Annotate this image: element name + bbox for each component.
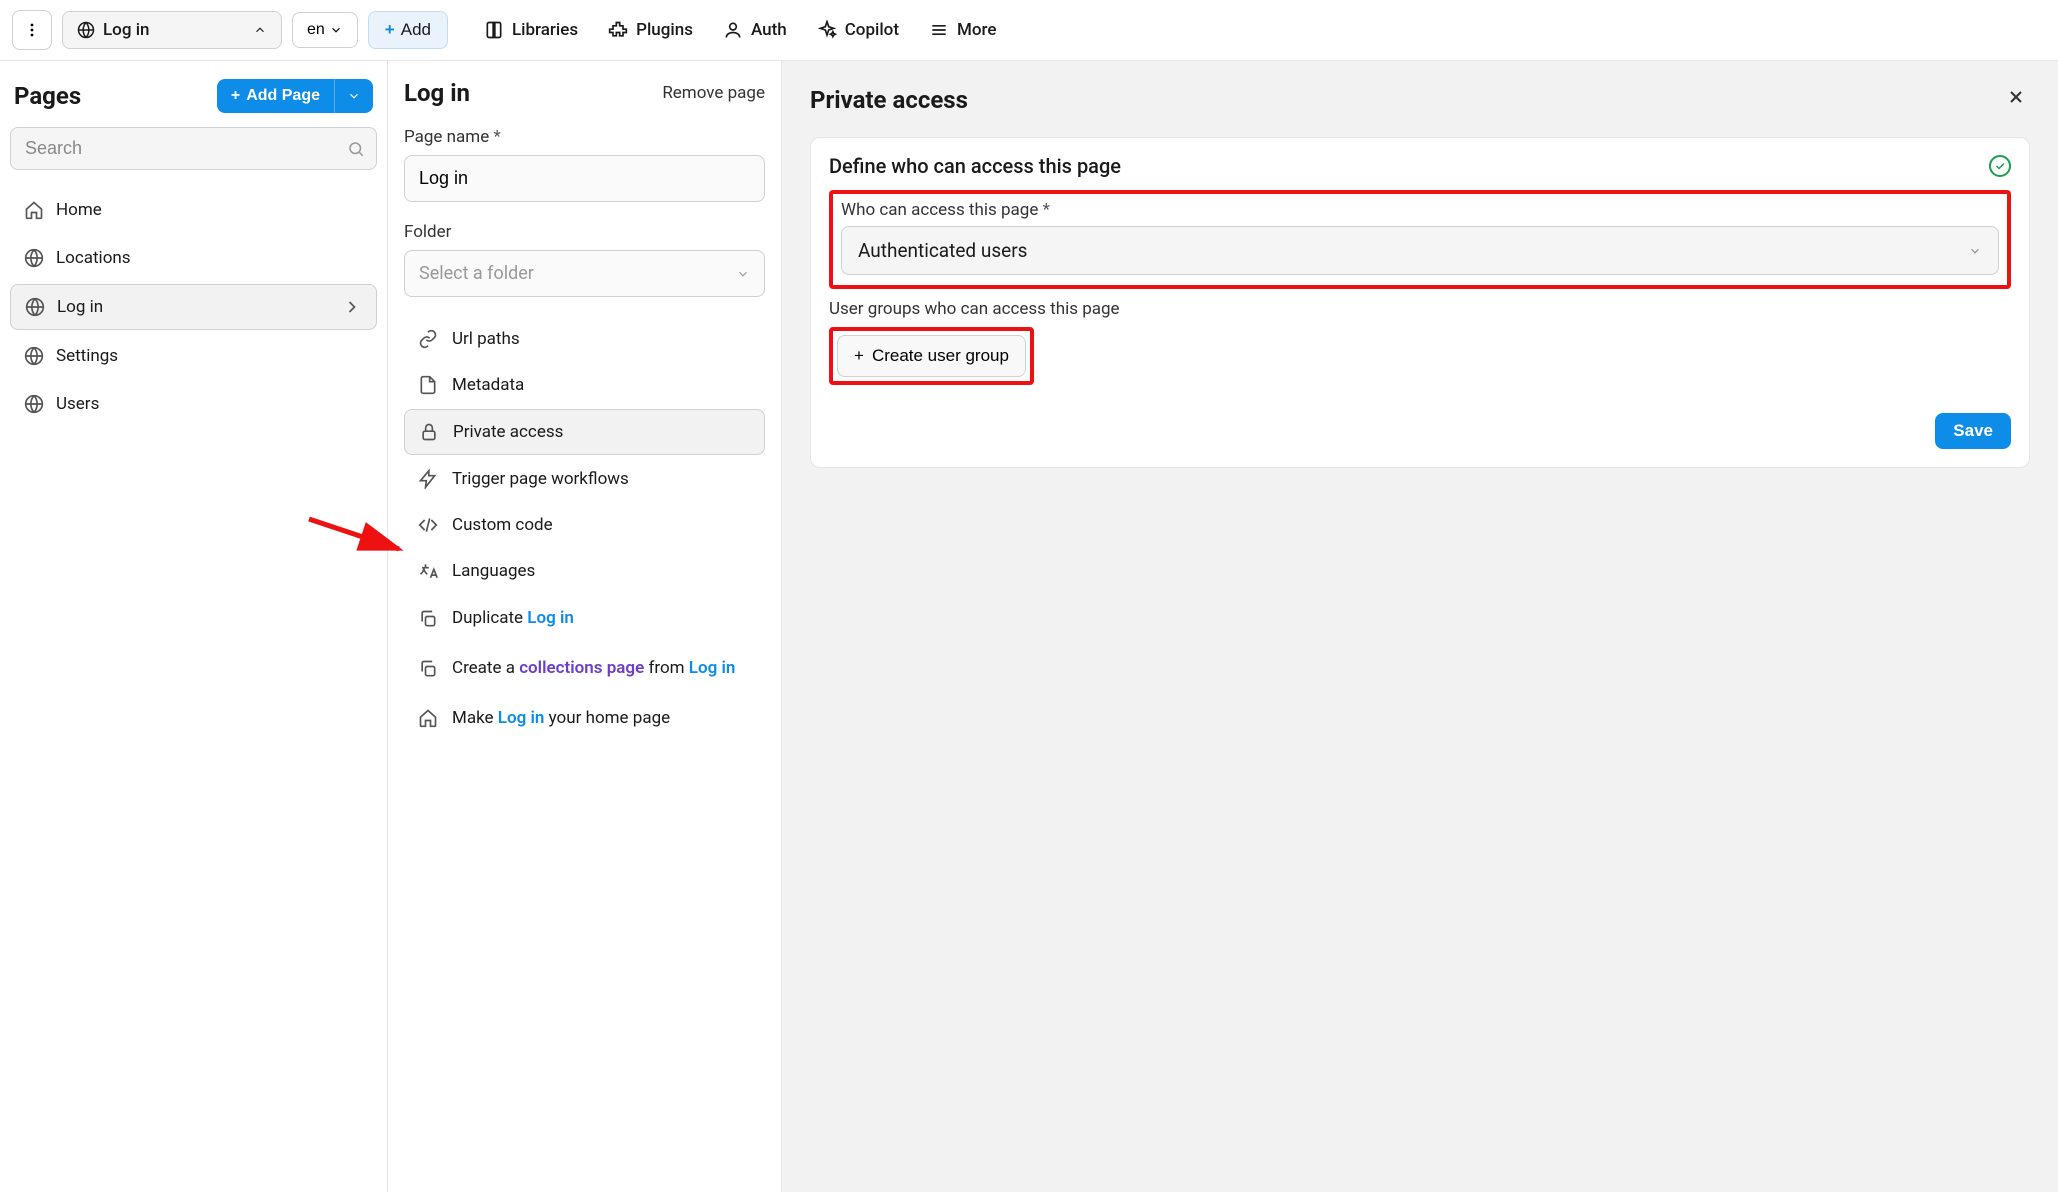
menu-metadata[interactable]: Metadata [404, 363, 765, 407]
right-panel-title: Private access [810, 86, 968, 114]
save-button[interactable]: Save [1935, 413, 2011, 449]
page-item-users[interactable]: Users [10, 382, 377, 426]
chevron-down-icon [1968, 244, 1982, 258]
nav-copilot[interactable]: Copilot [807, 12, 909, 48]
menu-icon [929, 20, 949, 40]
create-group-highlight: + Create user group [829, 327, 1034, 385]
dots-vertical-icon [24, 22, 40, 38]
menu-private-access[interactable]: Private access [404, 409, 765, 455]
groups-label: User groups who can access this page [829, 299, 2011, 319]
menu-make-home[interactable]: Make Log in your home page [404, 695, 765, 743]
copy-icon [418, 659, 438, 679]
plus-icon: + [385, 20, 395, 40]
sparkle-icon [817, 20, 837, 40]
page-selector[interactable]: Log in [62, 11, 282, 49]
menu-trigger-workflows[interactable]: Trigger page workflows [404, 457, 765, 501]
remove-page-link[interactable]: Remove page [662, 83, 765, 103]
globe-icon [25, 297, 45, 317]
create-user-group-button[interactable]: + Create user group [837, 335, 1026, 377]
globe-icon [24, 248, 44, 268]
plus-icon: + [231, 87, 240, 105]
nav-libraries[interactable]: Libraries [474, 12, 588, 48]
book-icon [484, 20, 504, 40]
language-button[interactable]: en [292, 12, 358, 48]
add-button[interactable]: + Add [368, 11, 448, 49]
puzzle-icon [608, 20, 628, 40]
search-icon [347, 140, 365, 158]
file-icon [418, 375, 438, 395]
folder-select[interactable]: Select a folder [404, 250, 765, 297]
page-settings-panel: Log in Remove page Page name * Folder Se… [388, 61, 782, 1192]
lock-icon [419, 422, 439, 442]
check-icon [1994, 160, 2006, 172]
page-title: Log in [404, 79, 470, 107]
home-icon [418, 708, 438, 728]
nav-auth[interactable]: Auth [713, 12, 797, 48]
card-title: Define who can access this page [829, 154, 1121, 178]
folder-label: Folder [404, 222, 765, 242]
chevron-up-icon [253, 23, 267, 37]
chevron-down-icon [347, 89, 361, 103]
search-input[interactable] [10, 127, 377, 170]
page-item-login[interactable]: Log in [10, 284, 377, 330]
who-access-dropdown[interactable]: Authenticated users [841, 226, 1999, 275]
nav-more[interactable]: More [919, 12, 1006, 48]
add-label: Add [401, 20, 431, 40]
nav-plugins[interactable]: Plugins [598, 12, 703, 48]
chevron-down-icon [736, 267, 750, 281]
page-selector-label: Log in [103, 20, 149, 40]
globe-icon [77, 21, 95, 39]
sidebar-title: Pages [14, 82, 81, 110]
copy-icon [418, 609, 438, 629]
right-panel: Private access Define who can access thi… [782, 61, 2058, 1192]
globe-icon [24, 346, 44, 366]
menu-languages[interactable]: Languages [404, 549, 765, 593]
sidebar: Pages + Add Page Home [0, 61, 388, 1192]
language-label: en [307, 21, 325, 39]
menu-duplicate[interactable]: Duplicate Log in [404, 595, 765, 643]
page-name-label: Page name * [404, 127, 765, 147]
menu-create-collections[interactable]: Create a collections page from Log in [404, 645, 765, 693]
add-page-dropdown[interactable] [334, 79, 373, 113]
chevron-right-icon [342, 297, 362, 317]
globe-icon [24, 394, 44, 414]
home-icon [24, 200, 44, 220]
topbar: Log in en + Add Libraries Plugins Auth C… [0, 0, 2058, 61]
close-button[interactable] [2002, 83, 2030, 117]
page-item-home[interactable]: Home [10, 188, 377, 232]
page-name-input[interactable] [404, 155, 765, 202]
menu-custom-code[interactable]: Custom code [404, 503, 765, 547]
plus-icon: + [854, 346, 864, 366]
page-item-locations[interactable]: Locations [10, 236, 377, 280]
menu-url-paths[interactable]: Url paths [404, 317, 765, 361]
page-item-settings[interactable]: Settings [10, 334, 377, 378]
access-card: Define who can access this page Who can … [810, 137, 2030, 468]
user-icon [723, 20, 743, 40]
bolt-icon [418, 469, 438, 489]
chevron-down-icon [329, 23, 343, 37]
add-page-button[interactable]: + Add Page [217, 79, 334, 113]
translate-icon [418, 561, 438, 581]
who-access-label: Who can access this page * [841, 200, 1999, 220]
check-badge [1989, 155, 2011, 177]
code-icon [418, 515, 438, 535]
menu-button[interactable] [12, 10, 52, 50]
link-icon [418, 329, 438, 349]
who-access-highlight: Who can access this page * Authenticated… [829, 190, 2011, 289]
close-icon [2006, 87, 2026, 107]
